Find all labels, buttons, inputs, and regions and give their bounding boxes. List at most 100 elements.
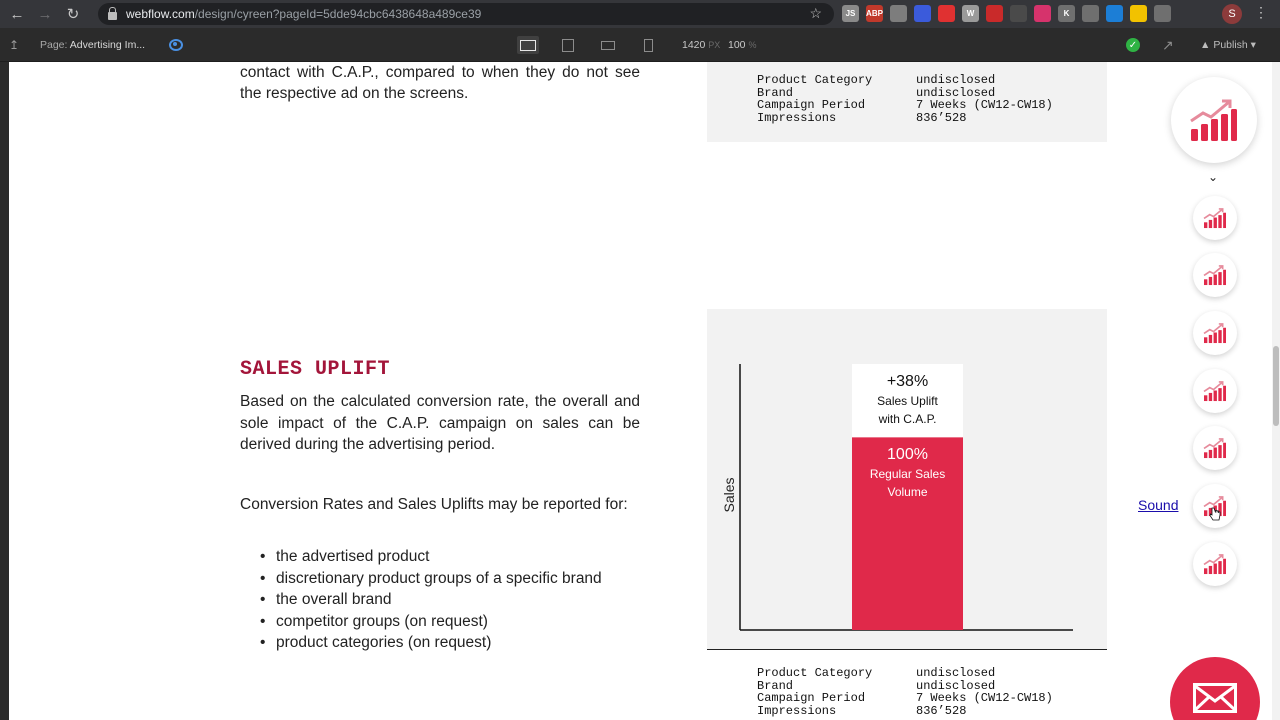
- address-bar[interactable]: webflow.com/design/cyreen?pageId=5dde94c…: [98, 3, 834, 25]
- upload-icon[interactable]: ↥: [9, 38, 19, 52]
- spec-value: 7 Weeks (CW12-CW18): [916, 691, 1053, 705]
- breakpoint-desktop-button[interactable]: [517, 36, 539, 54]
- trend-up-icon: [1203, 323, 1226, 344]
- lock-icon: [108, 6, 117, 20]
- spec-row: Impressions 836’528: [757, 110, 1053, 125]
- sales-uplift-paragraph: Based on the calculated conversion rate,…: [240, 393, 640, 453]
- mobile-portrait-icon: [643, 38, 653, 52]
- spec-key: Impressions: [757, 110, 837, 125]
- spec-row: Campaign Period 7 Weeks (CW12-CW18): [757, 692, 1053, 705]
- design-canvas: contact with C.A.P., compared to when th…: [0, 62, 1280, 720]
- trend-up-icon: [1203, 208, 1226, 229]
- rail-chart-badge[interactable]: [1193, 253, 1237, 297]
- profile-avatar[interactable]: S: [1222, 4, 1242, 24]
- trend-up-icon: [1190, 99, 1237, 141]
- spec-row: Impressions 836’528: [757, 703, 1053, 718]
- mobile-landscape-icon: [601, 40, 615, 50]
- share-icon[interactable]: ↗: [1162, 37, 1174, 54]
- bar-segment: [852, 437, 963, 630]
- forward-icon[interactable]: →: [34, 3, 56, 25]
- spec-key: Product Category: [757, 666, 873, 680]
- trend-up-icon: [1203, 438, 1226, 459]
- rail-chart-badge[interactable]: [1193, 311, 1237, 355]
- webflow-toolbar: ↥ Page: Advertising Im... 1420 PX 100 % …: [0, 28, 1280, 62]
- bar-label-line: Regular Sales: [870, 467, 945, 481]
- spec-key: Campaign Period: [757, 691, 866, 705]
- extensions-row: JS ABP W K: [842, 5, 1171, 22]
- extension-icon[interactable]: [1106, 5, 1123, 22]
- y-axis-label: Sales: [721, 477, 737, 512]
- desktop-icon: [520, 39, 536, 51]
- spec-key: Impressions: [757, 703, 837, 718]
- saved-check-icon: ✓: [1126, 38, 1140, 52]
- trend-up-icon: [1203, 381, 1226, 402]
- extension-icon[interactable]: K: [1058, 5, 1075, 22]
- spec-row: Product Category undisclosed: [757, 667, 1053, 680]
- extension-icon[interactable]: [1154, 5, 1171, 22]
- breakpoint-tablet-button[interactable]: [557, 36, 579, 54]
- extension-icon[interactable]: [938, 5, 955, 22]
- browser-menu-icon[interactable]: ⋮: [1254, 4, 1268, 21]
- extension-icon[interactable]: [986, 5, 1003, 22]
- url-host: webflow.com: [126, 7, 195, 21]
- rail-chart-badge[interactable]: [1193, 542, 1237, 586]
- rail-chart-badge[interactable]: [1193, 196, 1237, 240]
- reporting-list: the advertised productdiscretionary prod…: [260, 546, 636, 654]
- zoom-unit: %: [748, 40, 757, 50]
- sound-link[interactable]: Sound: [1138, 497, 1178, 513]
- trend-up-icon: [1203, 554, 1226, 575]
- extension-icon[interactable]: W: [962, 5, 979, 22]
- breakpoint-landscape-button[interactable]: [597, 36, 619, 54]
- extension-icon[interactable]: [914, 5, 931, 22]
- back-icon[interactable]: ←: [6, 3, 28, 25]
- breakpoint-portrait-button[interactable]: [637, 36, 659, 54]
- rail-chart-badge[interactable]: [1193, 484, 1237, 528]
- hand-cursor-icon: [1209, 507, 1221, 521]
- spec-key: Campaign Period: [757, 98, 866, 112]
- bar-value-label: +38%: [887, 373, 928, 390]
- canvas-width-unit: PX: [708, 40, 721, 50]
- trend-up-icon: [1203, 265, 1226, 286]
- zoom-value: 100: [728, 39, 746, 51]
- spec-value: 836’528: [916, 703, 967, 718]
- canvas-width-value: 1420: [682, 39, 706, 51]
- bookmark-star-icon[interactable]: ☆: [809, 5, 822, 22]
- bar-label-line: Sales Uplift: [877, 394, 938, 408]
- reload-icon[interactable]: ↻: [62, 3, 84, 25]
- spec-value: 836’528: [916, 110, 967, 125]
- page-selector[interactable]: Page: Advertising Im...: [40, 39, 145, 51]
- extension-icon[interactable]: [1010, 5, 1027, 22]
- rail-chart-badge-large[interactable]: [1171, 77, 1257, 163]
- extension-icon[interactable]: [1082, 5, 1099, 22]
- bar-value-label: 100%: [887, 446, 928, 463]
- spec-list-bottom: Product Category undisclosed Brand undisclo…: [757, 667, 1053, 717]
- sales-uplift-chart: Sales 100% Regular Sales Volume +38% Sales Up…: [721, 364, 1073, 631]
- publish-button[interactable]: ▲ Publish ▾: [1200, 39, 1256, 51]
- bar-label-line: with C.A.P.: [878, 412, 937, 426]
- publish-label: Publish: [1213, 39, 1248, 51]
- list-item: product categories (on request): [260, 632, 636, 654]
- intro-paragraph: contact with C.A.P., compared to when th…: [240, 64, 640, 102]
- extension-icon[interactable]: [1130, 5, 1147, 22]
- extension-icon[interactable]: [1034, 5, 1051, 22]
- chevron-down-icon[interactable]: ⌄: [1208, 170, 1218, 184]
- rail-chart-badge[interactable]: [1193, 369, 1237, 413]
- zoom-readout[interactable]: 100 %: [728, 39, 756, 51]
- section-title: SALES UPLIFT: [240, 358, 391, 381]
- extension-icon[interactable]: [890, 5, 907, 22]
- spec-value: undisclosed: [916, 666, 996, 680]
- list-item: discretionary product groups of a specif…: [260, 568, 636, 590]
- spec-value: undisclosed: [916, 73, 996, 87]
- extension-icon[interactable]: JS: [842, 5, 859, 22]
- left-panel-edge: [0, 62, 9, 720]
- rail-chart-badge[interactable]: [1193, 426, 1237, 470]
- contact-mail-button[interactable]: [1170, 657, 1260, 720]
- extension-icon[interactable]: ABP: [866, 5, 883, 22]
- url-path: /design/cyreen?pageId=5dde94cbc6438648a4…: [194, 7, 482, 21]
- spec-list-top: Product Category undisclosed Brand undisclo…: [757, 74, 1053, 124]
- preview-eye-icon[interactable]: [169, 39, 183, 51]
- canvas-width-readout[interactable]: 1420 PX: [682, 39, 720, 51]
- spec-row: Campaign Period 7 Weeks (CW12-CW18): [757, 99, 1053, 112]
- spec-key: Product Category: [757, 73, 873, 87]
- scrollbar-thumb[interactable]: [1273, 346, 1279, 426]
